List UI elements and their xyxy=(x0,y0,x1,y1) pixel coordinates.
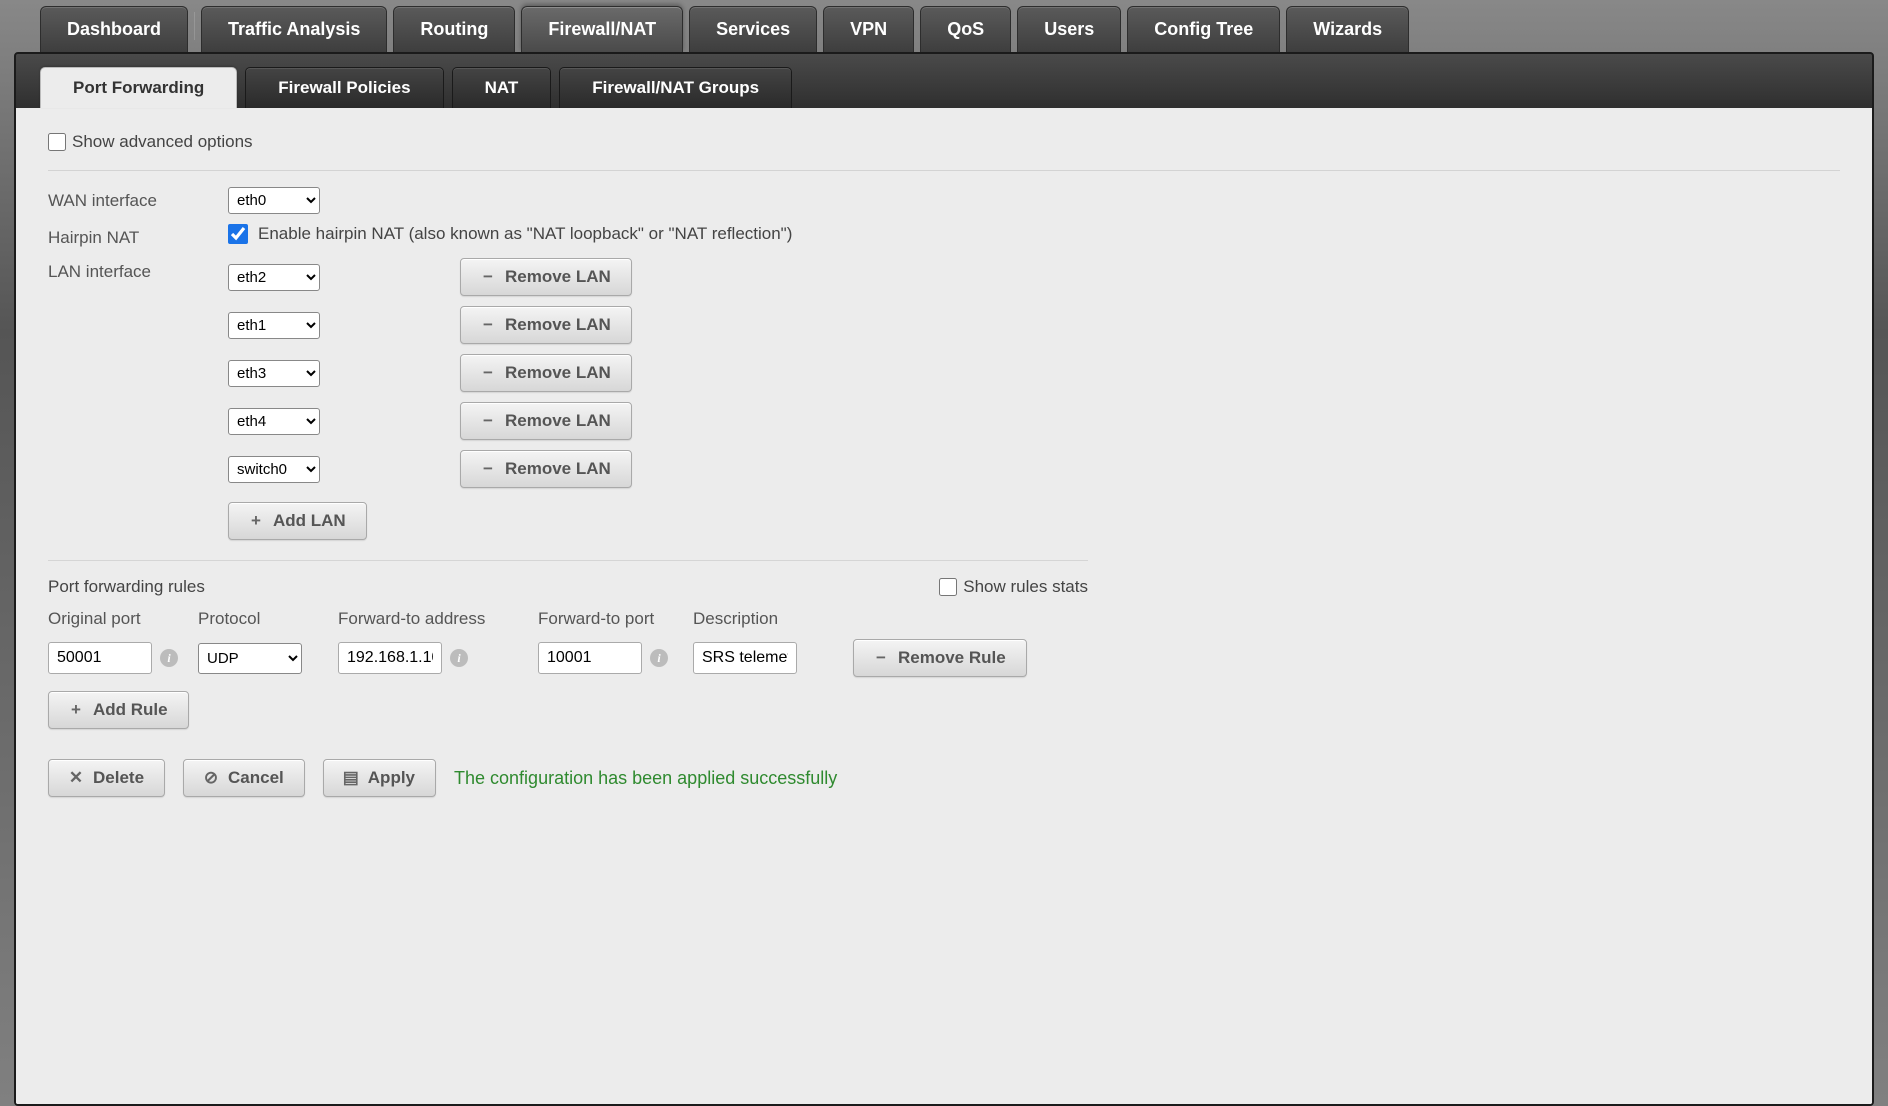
settings-form: WAN interface eth0 Hairpin NAT Enable ha… xyxy=(48,187,1088,561)
forward-addr-input[interactable] xyxy=(338,642,442,674)
col-description: Description xyxy=(693,609,853,629)
wan-interface-label: WAN interface xyxy=(48,187,228,211)
info-icon[interactable]: i xyxy=(160,649,178,667)
tab-users[interactable]: Users xyxy=(1017,6,1121,52)
cancel-button[interactable]: ⊘ Cancel xyxy=(183,759,305,797)
main-panel: Port Forwarding Firewall Policies NAT Fi… xyxy=(14,52,1874,1106)
show-rules-stats-label: Show rules stats xyxy=(963,577,1088,597)
hairpin-nat-row: Enable hairpin NAT (also known as "NAT l… xyxy=(228,224,1088,244)
remove-lan-label: Remove LAN xyxy=(505,315,611,335)
rules-columns: Original port Protocol Forward-to addres… xyxy=(48,609,1088,629)
col-protocol: Protocol xyxy=(198,609,338,629)
lan-row: eth3 −Remove LAN xyxy=(228,354,1088,392)
tab-traffic-analysis[interactable]: Traffic Analysis xyxy=(201,6,387,52)
rules-section: Original port Protocol Forward-to addres… xyxy=(48,609,1088,729)
rules-heading: Port forwarding rules xyxy=(48,577,205,597)
remove-lan-button[interactable]: −Remove LAN xyxy=(460,354,632,392)
minus-icon: − xyxy=(481,315,495,335)
minus-icon: − xyxy=(481,267,495,287)
save-icon: ▤ xyxy=(344,768,358,788)
minus-icon: − xyxy=(481,459,495,479)
page-content: Show advanced options WAN interface eth0… xyxy=(16,108,1872,1104)
remove-lan-label: Remove LAN xyxy=(505,267,611,287)
remove-rule-label: Remove Rule xyxy=(898,648,1006,668)
show-rules-stats-checkbox[interactable] xyxy=(939,578,957,596)
plus-icon: + xyxy=(69,700,83,720)
tab-vpn[interactable]: VPN xyxy=(823,6,914,52)
add-rule-label: Add Rule xyxy=(93,700,168,720)
advanced-options-row: Show advanced options xyxy=(48,132,1840,171)
wan-interface-select[interactable]: eth0 xyxy=(228,187,320,214)
hairpin-nat-checkbox[interactable] xyxy=(228,224,248,244)
tab-config-tree[interactable]: Config Tree xyxy=(1127,6,1280,52)
nav-separator xyxy=(194,12,195,40)
cancel-label: Cancel xyxy=(228,768,284,788)
minus-icon: − xyxy=(874,648,888,668)
lan-interface-select[interactable]: eth4 xyxy=(228,408,320,435)
lan-interface-select[interactable]: switch0 xyxy=(228,456,320,483)
subtab-firewall-nat-groups[interactable]: Firewall/NAT Groups xyxy=(559,67,792,108)
description-input[interactable] xyxy=(693,642,797,674)
lan-interface-select[interactable]: eth2 xyxy=(228,264,320,291)
subtab-port-forwarding[interactable]: Port Forwarding xyxy=(40,67,237,108)
lan-row: switch0 −Remove LAN xyxy=(228,450,1088,488)
lan-interface-select[interactable]: eth3 xyxy=(228,360,320,387)
subtab-firewall-policies[interactable]: Firewall Policies xyxy=(245,67,443,108)
tab-qos[interactable]: QoS xyxy=(920,6,1011,52)
lan-row: eth1 −Remove LAN xyxy=(228,306,1088,344)
lan-interface-select[interactable]: eth1 xyxy=(228,312,320,339)
tab-services[interactable]: Services xyxy=(689,6,817,52)
show-advanced-label: Show advanced options xyxy=(72,132,253,152)
apply-button[interactable]: ▤ Apply xyxy=(323,759,436,797)
lan-row: eth4 −Remove LAN xyxy=(228,402,1088,440)
remove-lan-label: Remove LAN xyxy=(505,411,611,431)
hairpin-nat-label: Hairpin NAT xyxy=(48,224,228,248)
hairpin-nat-text: Enable hairpin NAT (also known as "NAT l… xyxy=(258,224,792,244)
tab-routing[interactable]: Routing xyxy=(393,6,515,52)
lan-row: eth2 −Remove LAN xyxy=(228,258,1088,296)
subtab-nat[interactable]: NAT xyxy=(452,67,552,108)
original-port-input[interactable] xyxy=(48,642,152,674)
remove-lan-button[interactable]: −Remove LAN xyxy=(460,450,632,488)
add-rule-button[interactable]: + Add Rule xyxy=(48,691,189,729)
col-forward-addr: Forward-to address xyxy=(338,609,538,629)
minus-icon: − xyxy=(481,363,495,383)
tab-firewall-nat[interactable]: Firewall/NAT xyxy=(521,6,683,52)
lan-interface-list: eth2 −Remove LAN eth1 −Remove LAN eth3 −… xyxy=(228,258,1088,540)
status-message: The configuration has been applied succe… xyxy=(454,768,837,789)
forward-port-input[interactable] xyxy=(538,642,642,674)
remove-lan-label: Remove LAN xyxy=(505,363,611,383)
tab-dashboard[interactable]: Dashboard xyxy=(40,6,188,52)
minus-icon: − xyxy=(481,411,495,431)
apply-label: Apply xyxy=(368,768,415,788)
x-icon: ✕ xyxy=(69,768,83,788)
col-forward-port: Forward-to port xyxy=(538,609,693,629)
rules-stats-toggle: Show rules stats xyxy=(939,577,1088,597)
delete-button[interactable]: ✕ Delete xyxy=(48,759,165,797)
remove-lan-button[interactable]: −Remove LAN xyxy=(460,402,632,440)
protocol-select[interactable]: UDP xyxy=(198,643,302,674)
top-nav: Dashboard Traffic Analysis Routing Firew… xyxy=(0,0,1888,52)
footer-actions: ✕ Delete ⊘ Cancel ▤ Apply The configuration… xyxy=(48,759,1840,797)
info-icon[interactable]: i xyxy=(650,649,668,667)
remove-lan-button[interactable]: −Remove LAN xyxy=(460,258,632,296)
show-advanced-checkbox[interactable] xyxy=(48,133,66,151)
info-icon[interactable]: i xyxy=(450,649,468,667)
lan-interface-label: LAN interface xyxy=(48,258,228,282)
tab-wizards[interactable]: Wizards xyxy=(1286,6,1409,52)
remove-rule-button[interactable]: −Remove Rule xyxy=(853,639,1027,677)
sub-tabs: Port Forwarding Firewall Policies NAT Fi… xyxy=(16,54,1872,108)
add-lan-label: Add LAN xyxy=(273,511,346,531)
delete-label: Delete xyxy=(93,768,144,788)
rules-header: Port forwarding rules Show rules stats xyxy=(48,577,1088,597)
rule-row: i UDP i i xyxy=(48,639,1088,677)
remove-lan-button[interactable]: −Remove LAN xyxy=(460,306,632,344)
plus-icon: + xyxy=(249,511,263,531)
add-lan-button[interactable]: + Add LAN xyxy=(228,502,367,540)
remove-lan-label: Remove LAN xyxy=(505,459,611,479)
col-original-port: Original port xyxy=(48,609,198,629)
cancel-icon: ⊘ xyxy=(204,768,218,788)
